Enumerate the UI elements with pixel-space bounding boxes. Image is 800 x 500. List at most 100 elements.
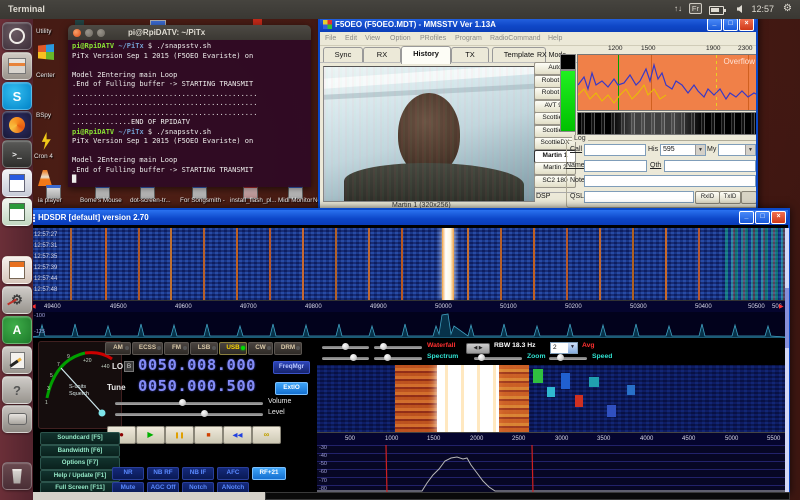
txid-button[interactable]: TxID	[719, 191, 741, 204]
taskbar-item-label[interactable]: ia player	[38, 197, 62, 204]
rewind-button[interactable]: ◀◀	[223, 426, 252, 444]
afc-button[interactable]: AFC	[217, 467, 249, 480]
level-slider[interactable]	[115, 413, 263, 416]
qth-input[interactable]	[664, 160, 756, 172]
rf-waterfall[interactable]: 12:57:27 12:57:31 12:57:35 12:57:39 12:5…	[30, 228, 785, 300]
nb-rf-button[interactable]: NB RF	[147, 467, 179, 480]
af-spectrum[interactable]: -30 -40 -50 -60 -70 -80	[317, 445, 785, 494]
tune-frequency[interactable]: 0050.000.500	[138, 377, 256, 395]
volume-slider[interactable]	[115, 402, 263, 405]
freqmgr-button[interactable]: FreqMgr	[273, 361, 310, 374]
mode-am[interactable]: AM	[105, 342, 131, 355]
mode-fm[interactable]: FM	[164, 342, 189, 355]
rf-spectrum[interactable]: -100 -125	[30, 312, 785, 338]
menu-file[interactable]: File	[325, 35, 336, 42]
clock[interactable]: 12:57	[751, 4, 774, 14]
mode-drm[interactable]: DRM	[274, 342, 302, 355]
waterfall-lower-slider[interactable]	[374, 346, 422, 349]
help-update-button[interactable]: Help / Update [F1]	[40, 470, 120, 483]
launcher-item-disks[interactable]	[2, 405, 32, 433]
combo-arrow-icon[interactable]: ▼	[695, 145, 705, 155]
tab-tx[interactable]: TX	[451, 47, 489, 63]
menu-radiocommand[interactable]: RadioCommand	[490, 35, 541, 42]
speed-slider[interactable]	[549, 357, 587, 360]
qsl-input[interactable]	[584, 191, 694, 203]
hdsdr-titlebar[interactable]: HDSDR [default] version 2.70 _ □ ×	[22, 210, 788, 225]
mode-cw[interactable]: CW	[248, 342, 273, 355]
waterfall-upper-slider[interactable]	[322, 346, 369, 349]
terminal-maximize-button[interactable]	[97, 29, 105, 37]
launcher-item-settings[interactable]: ⚙	[2, 286, 32, 314]
taskbar-item-label[interactable]: Borne's Mouse	[80, 197, 122, 204]
terminal-body[interactable]: pi@RpiDATV ~/PiTx $ ./snapsstv.sh PiTx V…	[68, 40, 311, 187]
taskbar-item-label[interactable]: Midi Monitor	[278, 197, 312, 204]
terminal-minimize-button[interactable]	[85, 29, 93, 37]
launcher-item-calc[interactable]	[2, 198, 32, 226]
indicator-arrows-icon[interactable]: ↑↓	[674, 4, 682, 13]
slider-thumb[interactable]	[380, 343, 387, 350]
soundcard-button[interactable]: Soundcard [F5]	[40, 432, 120, 445]
active-app-name[interactable]: Terminal	[8, 4, 45, 14]
mode-usb[interactable]: USB	[219, 342, 247, 355]
combo-arrow-icon[interactable]: ▼	[745, 145, 755, 155]
volume-slider-thumb[interactable]	[179, 399, 186, 406]
volume-icon[interactable]	[737, 5, 742, 13]
slider-thumb[interactable]	[557, 354, 564, 361]
avg-dropdown[interactable]: 2 ▼	[550, 342, 578, 354]
nb-if-button[interactable]: NB IF	[182, 467, 214, 480]
lo-band-button[interactable]: B	[124, 361, 134, 372]
menu-program[interactable]: Program	[455, 35, 482, 42]
minimize-button[interactable]: _	[739, 211, 754, 224]
desktop-icon-label[interactable]: Cron 4	[34, 153, 53, 160]
maximize-button[interactable]: □	[755, 211, 770, 224]
launcher-item-firefox[interactable]	[2, 111, 32, 139]
rf-gain-button[interactable]: RF+21	[252, 467, 286, 480]
rxid-button[interactable]: RxID	[695, 191, 720, 204]
lightning-icon[interactable]	[40, 132, 52, 150]
vlc-cone-icon[interactable]	[38, 170, 52, 186]
nr-button[interactable]: NR	[112, 467, 144, 480]
menu-profiles[interactable]: PRofiles	[420, 35, 446, 42]
play-button[interactable]: ▶	[136, 426, 165, 444]
launcher-item-skype[interactable]: S	[2, 82, 32, 110]
launcher-item-files[interactable]	[2, 52, 32, 80]
pause-button[interactable]: ❚❚	[165, 426, 194, 444]
stop-button[interactable]: ■	[194, 426, 223, 444]
maximize-button[interactable]: □	[723, 18, 738, 31]
spectrum-upper-slider[interactable]	[322, 357, 369, 360]
spin-left-icon[interactable]: ◀	[473, 345, 477, 351]
tab-history[interactable]: History	[401, 46, 451, 64]
zoom-slider[interactable]	[474, 357, 522, 360]
menu-edit[interactable]: Edit	[345, 35, 357, 42]
desktop-icon-label[interactable]: Utility	[36, 28, 51, 35]
log-extra-button[interactable]	[741, 191, 757, 204]
trash-button[interactable]	[2, 462, 32, 490]
slider-thumb[interactable]	[478, 354, 485, 361]
minimize-button[interactable]: _	[707, 18, 722, 31]
loop-button[interactable]: ∞	[252, 426, 281, 444]
options-button[interactable]: Options [F7]	[40, 457, 120, 470]
keyboard-layout-indicator[interactable]: Fr	[689, 3, 702, 14]
taskbar-item-label[interactable]: install_flash_pl...	[230, 197, 277, 204]
slider-thumb[interactable]	[350, 354, 357, 361]
terminal-titlebar[interactable]: pi@RpiDATV: ~/PiTx	[68, 25, 311, 40]
menu-help[interactable]: Help	[548, 35, 562, 42]
tab-rx[interactable]: RX	[363, 47, 401, 63]
dropdown-arrow-icon[interactable]: ▼	[568, 343, 577, 353]
launcher-item-software-updater[interactable]: A	[2, 316, 32, 344]
launcher-item-writer[interactable]	[2, 169, 32, 197]
menu-option[interactable]: Option	[390, 35, 411, 42]
terminal-close-button[interactable]	[73, 29, 81, 37]
hdsdr-scrollbar[interactable]	[785, 228, 789, 494]
close-button[interactable]: ×	[771, 211, 786, 224]
slider-thumb[interactable]	[342, 343, 349, 350]
lo-frequency[interactable]: 0050.008.000	[138, 356, 256, 374]
taskbar-item-label[interactable]: dot-screen-tr...	[130, 197, 171, 204]
level-slider-thumb[interactable]	[201, 410, 208, 417]
extio-button[interactable]: ExtIO	[275, 382, 308, 395]
his-combo[interactable]: 595 ▼	[660, 144, 706, 156]
note-input[interactable]	[584, 175, 756, 187]
taskbar-item-label[interactable]: For Songsmith -	[180, 197, 225, 204]
name-input[interactable]	[584, 160, 647, 172]
mode-lsb[interactable]: LSB	[190, 342, 218, 355]
